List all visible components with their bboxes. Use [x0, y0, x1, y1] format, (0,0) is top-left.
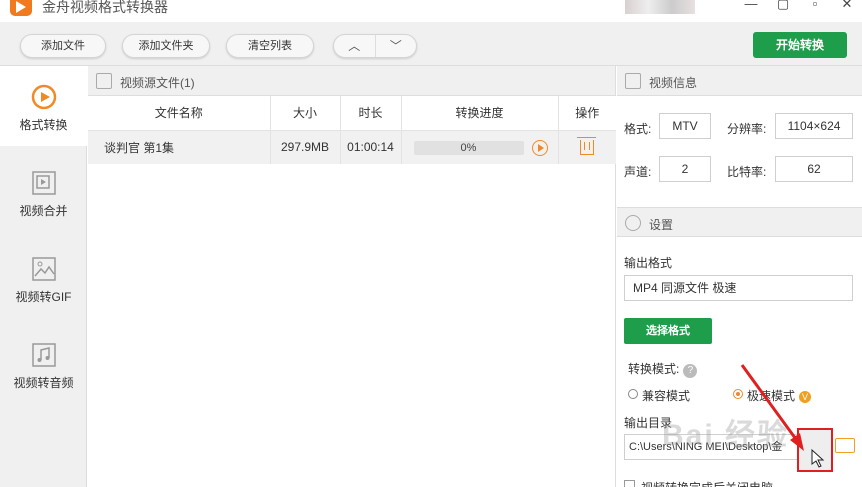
close-button[interactable]: ✕ [840, 0, 854, 12]
file-table: 文件名称 大小 时长 转换进度 操作 谈判官 第1集 297.9MB 01:00… [88, 96, 616, 164]
video-file-icon [96, 73, 112, 89]
bitrate-label: 比特率: [727, 165, 767, 179]
sidebar-item-video-to-audio[interactable]: 视频转音频 [0, 324, 87, 404]
convert-mode-label-text: 转换模式: [628, 362, 680, 376]
sidebar-item-video-merge[interactable]: 视频合并 [0, 152, 87, 232]
vip-badge-icon: V [799, 391, 812, 403]
file-size-cell: 297.9MB [270, 130, 341, 164]
add-folder-button[interactable]: 添加文件夹 [122, 34, 210, 58]
file-duration-cell: 01:00:14 [340, 130, 402, 164]
fast-mode-label: 极速模式 V [747, 387, 812, 404]
gear-icon [625, 215, 641, 231]
move-up-button[interactable]: ︿ [334, 35, 376, 57]
bitrate-value: 62 [775, 156, 853, 182]
channel-value: 2 [659, 156, 711, 182]
sidebar-item-label: 格式转换 [19, 118, 68, 132]
start-convert-button[interactable]: 开始转换 [753, 32, 847, 58]
video-info-header: 视频信息 [617, 66, 862, 96]
minimize-button[interactable]: — [744, 0, 758, 12]
blurred-area [625, 0, 695, 14]
app-logo-icon [10, 0, 32, 16]
move-buttons: ︿ ﹀ [333, 34, 417, 58]
column-header-size: 大小 [270, 96, 341, 131]
close-after-label: 视频转换完成后关闭电脑 [641, 479, 773, 487]
format-value: MTV [659, 113, 711, 139]
progress-text: 0% [460, 141, 477, 154]
close-after-checkbox[interactable] [624, 480, 635, 487]
play-icon[interactable] [531, 139, 548, 156]
window-controls: — ▢ ▫ ✕ [744, 0, 854, 12]
select-format-button[interactable]: 选择格式 [624, 318, 712, 344]
help-icon[interactable]: ? [683, 364, 698, 378]
watermark: Bai 经验 [662, 419, 790, 452]
compat-mode-label: 兼容模式 [642, 389, 691, 403]
music-icon [31, 343, 56, 367]
source-files-panel: 视频源文件(1) 文件名称 大小 时长 转换进度 操作 谈判官 第1集 297.… [88, 66, 616, 487]
channel-label: 声道: [624, 165, 652, 179]
output-format-field[interactable]: MP4 同源文件 极速 [624, 275, 853, 301]
video-info-title: 视频信息 [649, 76, 698, 90]
output-format-label: 输出格式 [624, 256, 673, 270]
fast-mode-label-text: 极速模式 [747, 389, 796, 403]
compat-mode-radio[interactable] [628, 389, 638, 399]
move-down-button[interactable]: ﹀ [376, 35, 417, 57]
sidebar-item-label: 视频合并 [19, 204, 68, 218]
merge-icon [31, 171, 56, 195]
column-header-progress: 转换进度 [401, 96, 559, 131]
format-label: 格式: [624, 122, 652, 136]
source-panel-title: 视频源文件(1) [120, 76, 195, 90]
actions-cell [558, 130, 616, 164]
sidebar-item-video-to-gif[interactable]: 视频转GIF [0, 238, 87, 318]
add-file-button[interactable]: 添加文件 [20, 34, 106, 58]
browse-button[interactable] [797, 428, 833, 472]
settings-title: 设置 [649, 218, 674, 232]
sidebar-item-label: 视频转GIF [15, 290, 72, 304]
column-header-actions: 操作 [558, 96, 616, 131]
sidebar: 格式转换 视频合并 视频转GIF 视频转音频 [0, 66, 87, 487]
gif-icon [31, 257, 56, 281]
file-name-cell: 谈判官 第1集 [88, 130, 271, 164]
video-info-icon [625, 73, 641, 89]
resolution-value: 1104×624 [775, 113, 853, 139]
progress-bar: 0% [413, 140, 524, 155]
delete-icon[interactable] [577, 137, 597, 156]
clear-list-button[interactable]: 清空列表 [226, 34, 314, 58]
table-row[interactable]: 谈判官 第1集 297.9MB 01:00:14 0% [88, 130, 616, 164]
convert-mode-label: 转换模式:? [628, 360, 698, 378]
progress-cell: 0% [401, 130, 559, 164]
title-bar: 金舟视频格式转换器 — ▢ ▫ ✕ [0, 0, 862, 22]
window-title: 金舟视频格式转换器 [42, 0, 168, 15]
resolution-label: 分辨率: [727, 122, 767, 136]
sidebar-item-format-convert[interactable]: 格式转换 [0, 66, 87, 146]
column-header-name: 文件名称 [88, 96, 271, 131]
sidebar-item-label: 视频转音频 [13, 376, 74, 390]
maximize-button[interactable]: ▢ [776, 0, 790, 12]
column-header-duration: 时长 [340, 96, 402, 131]
source-panel-header: 视频源文件(1) [88, 66, 615, 96]
restore-button[interactable]: ▫ [808, 0, 822, 12]
toolbar: 添加文件 添加文件夹 清空列表 ︿ ﹀ 开始转换 [0, 22, 862, 66]
settings-header: 设置 [617, 207, 862, 237]
fast-mode-radio[interactable] [733, 389, 743, 399]
folder-icon[interactable] [835, 438, 855, 453]
table-header: 文件名称 大小 时长 转换进度 操作 [88, 96, 616, 131]
convert-icon [31, 84, 56, 110]
